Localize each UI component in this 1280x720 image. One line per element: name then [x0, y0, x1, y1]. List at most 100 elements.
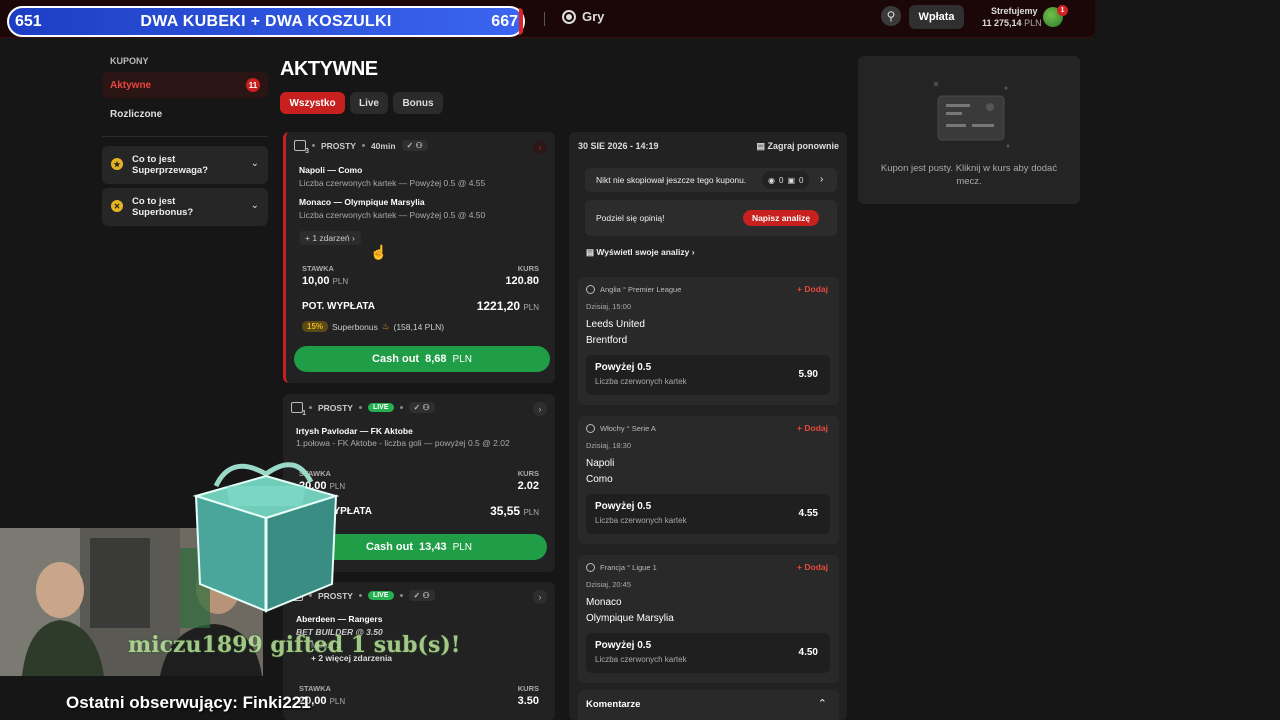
add-button[interactable]: + Dodaj [797, 284, 828, 294]
tab-bonus[interactable]: Bonus [393, 92, 443, 114]
chevron-right-icon[interactable]: › [533, 402, 547, 416]
payout-value: 1221,20 PLN [476, 299, 539, 313]
odds-label: KURS [517, 264, 539, 273]
bonus-percent: 15% [302, 321, 329, 332]
tab-all[interactable]: Wszystko [280, 92, 345, 114]
selection-market: Liczba czerwonych kartek [595, 377, 687, 386]
soccer-ball-icon [586, 563, 595, 572]
bonus-icon: ✕ [111, 200, 123, 212]
bet-card[interactable]: 3 PROSTY 40min ✓ ⚇ › Napoli — Como Liczb… [283, 132, 555, 383]
goal-current: 651 [15, 12, 42, 30]
faq-label: Co to jest Superprzewaga? [132, 154, 209, 176]
add-button[interactable]: + Dodaj [797, 423, 828, 433]
soccer-ball-icon [586, 424, 595, 433]
faq-label: Co to jest Superbonus? [132, 196, 194, 218]
live-badge: LIVE [367, 403, 394, 412]
chevron-down-icon: ⌄ [250, 200, 259, 211]
games-label: Gry [582, 9, 605, 24]
sidebar-item-settled[interactable]: Rozliczone [102, 101, 268, 127]
views-copies-counter: ◉ 0 ▣ 0 [762, 171, 810, 189]
selection-box[interactable]: Powyżej 0.5 Liczba czerwonych kartek 4.5… [586, 633, 830, 673]
live-badge: LIVE [367, 591, 394, 600]
games-nav[interactable]: Gry [562, 9, 604, 24]
deposit-button[interactable]: Wpłata [909, 5, 964, 29]
bet-type: PROSTY [321, 140, 356, 151]
bet-time: 40min [370, 140, 396, 151]
empty-betslip-text: Kupon jest pusty. Kliknij w kurs aby dod… [880, 163, 1058, 187]
soccer-ball-icon [586, 285, 595, 294]
match-card: Francja ° Ligue 1 + Dodaj Dzisiaj, 20:45… [578, 555, 839, 683]
share-icon[interactable]: ✓ ⚇ [408, 590, 435, 601]
match-time: Dzisiaj, 20:45 [586, 580, 632, 589]
selection-name: Powyżej 0.5 [595, 362, 652, 373]
ticket-icon: 3 [294, 140, 309, 155]
share-icon[interactable]: ✓ ⚇ [408, 402, 435, 413]
chevron-up-icon[interactable]: ⌃ [818, 697, 827, 710]
bet-header: 1 PROSTY LIVE ✓ ⚇ [291, 402, 435, 417]
divider [544, 12, 545, 26]
top-bar: 651 DWA KUBEKI + DWA KOSZULKI 667 Gry ⚲ … [0, 0, 1095, 38]
fire-icon: ♨ [381, 321, 390, 331]
tab-live[interactable]: Live [350, 92, 388, 114]
match-title: Irtysh Pavlodar — FK Aktobe [296, 426, 413, 436]
gift-icon [192, 462, 340, 613]
comments-title: Komentarze [586, 699, 641, 710]
search-button[interactable]: ⚲ [881, 6, 901, 26]
ticket-icon: 1 [291, 402, 306, 417]
share-icon[interactable]: ✓ ⚇ [401, 140, 428, 151]
star-icon: ★ [111, 158, 123, 170]
bet-header: 3 PROSTY 40min ✓ ⚇ [294, 140, 428, 155]
add-button[interactable]: + Dodaj [797, 562, 828, 572]
sidebar-heading: KUPONY [110, 56, 149, 66]
games-icon [562, 9, 576, 24]
selection-market: Liczba czerwonych kartek [595, 655, 687, 664]
selection-market: Liczba czerwonych kartek [595, 516, 687, 525]
goal-target: 667 [491, 12, 518, 30]
selection-box[interactable]: Powyżej 0.5 Liczba czerwonych kartek 4.5… [586, 494, 830, 534]
match-time: Dzisiaj, 18:30 [586, 441, 632, 450]
league-info: Anglia ° Premier League [586, 285, 681, 294]
selection-name: Powyżej 0.5 [595, 501, 652, 512]
odds-value: 120.80 [505, 275, 539, 287]
account-balance: 11 275,14 PLN [982, 18, 1042, 28]
notification-badge: 1 [1057, 5, 1068, 16]
balance-amount: 11 275,14 [982, 18, 1022, 28]
cashout-button[interactable]: Cash out 8,68 PLN [294, 346, 550, 372]
account-name[interactable]: Strefujemy [991, 6, 1038, 16]
comments-section[interactable]: Komentarze ⌃ [578, 690, 839, 720]
selection-box[interactable]: Powyżej 0.5 Liczba czerwonych kartek 5.9… [586, 355, 830, 395]
bet-type: PROSTY [318, 402, 353, 413]
replay-button[interactable]: ▤ Zagraj ponownie [756, 141, 839, 152]
payout-value: 35,55 PLN [490, 504, 539, 518]
bonus-label: Superbonus [332, 321, 378, 332]
faq-superbonus[interactable]: ✕ Co to jest Superbonus? ⌄ [102, 188, 268, 226]
stake-label: STAWKA [302, 264, 334, 273]
share-opinion-text: Podziel się opinią! [596, 213, 665, 223]
no-copy-text: Nikt nie skopiował jeszcze tego kuponu. [596, 175, 747, 185]
away-team: Como [586, 474, 613, 485]
last-follower-text: Ostatni obserwujący: Finki221 [66, 693, 311, 712]
home-team: Monaco [586, 597, 622, 608]
balance-currency: PLN [1024, 18, 1042, 28]
sidebar-item-label: Aktywne [110, 79, 152, 91]
match-selection: Liczba czerwonych kartek — Powyżej 0.5 @… [299, 210, 486, 220]
odds-value: 2.02 [517, 480, 539, 492]
more-events-button[interactable]: + 1 zdarzeń › [299, 231, 361, 245]
sidebar-item-active[interactable]: Aktywne 11 [102, 72, 268, 98]
write-analysis-button[interactable]: Napisz analizę [743, 210, 819, 226]
sidebar-item-label: Rozliczone [110, 108, 163, 120]
divider [102, 136, 268, 137]
goal-end-marker [519, 8, 523, 35]
show-analyses-link[interactable]: ▤ Wyświetl swoje analizy › [586, 247, 695, 258]
chevron-right-icon[interactable]: › [533, 590, 547, 604]
faq-superprzewaga[interactable]: ★ Co to jest Superprzewaga? ⌄ [102, 146, 268, 184]
selection-odds: 4.55 [798, 508, 818, 519]
bet-date: 30 SIE 2026 - 14:19 [578, 141, 659, 151]
chevron-right-icon[interactable]: › [820, 174, 823, 185]
stream-goal-bar: 651 DWA KUBEKI + DWA KOSZULKI 667 [7, 6, 525, 37]
stake-label: STAWKA [299, 684, 331, 693]
league-info: Włochy ° Serie A [586, 424, 656, 433]
bonus-value: (158,14 PLN) [393, 321, 445, 332]
chevron-right-icon[interactable]: › [533, 140, 547, 154]
page-title: AKTYWNE [280, 58, 378, 80]
